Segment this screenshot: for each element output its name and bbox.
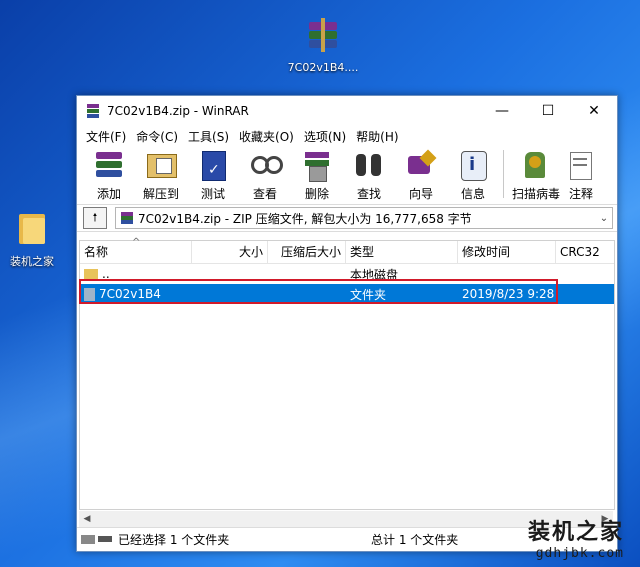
toolbar-scan-virus-button[interactable]: 扫描病毒 (508, 146, 564, 202)
toolbar-extract-label: 解压到 (142, 187, 179, 201)
menu-tools[interactable]: 工具(S) (183, 128, 234, 145)
window-title: 7C02v1B4.zip - WinRAR (107, 104, 249, 118)
col-modified[interactable]: 修改时间 (458, 241, 556, 263)
minimize-button[interactable]: — (479, 96, 525, 126)
col-crc32[interactable]: CRC32 (556, 241, 614, 263)
path-dropdown[interactable]: 7C02v1B4.zip - ZIP 压缩文件, 解包大小为 16,777,65… (115, 207, 613, 229)
toolbar-comment-button[interactable]: 注释 (564, 146, 598, 202)
chevron-down-icon[interactable]: ⌄ (596, 213, 612, 224)
toolbar-extract-button[interactable]: 解压到 (135, 146, 187, 202)
toolbar-separator (503, 150, 504, 198)
path-bar: 🠕 7C02v1B4.zip - ZIP 压缩文件, 解包大小为 16,777,… (77, 205, 617, 232)
toolbar-info-label: 信息 (460, 187, 485, 201)
desktop-zip-file[interactable]: 7C02v1B4.... (283, 18, 363, 74)
menu-favorites[interactable]: 收藏夹(O) (234, 128, 299, 145)
scroll-track[interactable] (95, 511, 597, 527)
watermark-cn: 装机之家 (527, 520, 624, 545)
view-icon (248, 148, 283, 182)
list-header: 名称 大小 压缩后大小 类型 修改时间 CRC32 ^ (80, 237, 614, 264)
menu-options[interactable]: 选项(N) (299, 128, 351, 145)
toolbar-add-button[interactable]: 添加 (83, 146, 135, 202)
delete-icon (300, 148, 334, 182)
toolbar-scan-virus-label: 扫描病毒 (511, 187, 560, 201)
watermark: 装机之家 gdhjbk.com (528, 514, 624, 561)
toolbar-comment-label: 注释 (568, 187, 593, 201)
close-button[interactable]: ✕ (571, 96, 617, 126)
col-type[interactable]: 类型 (346, 241, 458, 263)
toolbar-find-button[interactable]: 查找 (343, 146, 395, 202)
path-text: 7C02v1B4.zip - ZIP 压缩文件, 解包大小为 16,777,65… (138, 211, 472, 226)
toolbar-test-button[interactable]: ✓ 测试 (187, 146, 239, 202)
status-selected: 已经选择 1 个文件夹 (118, 532, 230, 547)
zip-path-icon (120, 211, 134, 225)
scroll-left-icon[interactable]: ◀ (79, 514, 95, 524)
watermark-url: gdhjbk.com (535, 546, 624, 561)
desktop-folder-label: 装机之家 (10, 255, 54, 268)
title-bar[interactable]: 7C02v1B4.zip - WinRAR — ☐ ✕ (77, 96, 617, 126)
desktop-folder[interactable]: 装机之家 (0, 210, 64, 269)
toolbar-info-button[interactable]: i 信息 (447, 146, 499, 202)
sort-caret-icon: ^ (132, 237, 141, 248)
menu-bar: 文件(F) 命令(C) 工具(S) 收藏夹(O) 选项(N) 帮助(H) (77, 126, 617, 146)
desktop-zip-label: 7C02v1B4.... (287, 61, 359, 74)
toolbar-find-label: 查找 (356, 187, 381, 201)
toolbar: 添加 解压到 ✓ 测试 查看 删除 查找 向导 i 信息 扫描病毒 注释 (77, 146, 617, 205)
toolbar-delete-button[interactable]: 删除 (291, 146, 343, 202)
menu-help[interactable]: 帮助(H) (351, 128, 403, 145)
menu-commands[interactable]: 命令(C) (131, 128, 183, 145)
col-packed[interactable]: 压缩后大小 (268, 241, 346, 263)
toolbar-add-label: 添加 (96, 187, 121, 201)
menu-file[interactable]: 文件(F) (81, 128, 131, 145)
key-icon (98, 536, 112, 542)
winrar-archive-icon (305, 18, 341, 54)
toolbar-delete-label: 删除 (304, 187, 329, 201)
wizard-icon (404, 148, 438, 182)
folder-icon (17, 210, 47, 246)
col-size[interactable]: 大小 (192, 241, 268, 263)
toolbar-view-button[interactable]: 查看 (239, 146, 291, 202)
toolbar-view-label: 查看 (252, 187, 277, 201)
info-icon: i (456, 148, 490, 182)
up-folder-button[interactable]: 🠕 (83, 207, 107, 229)
maximize-button[interactable]: ☐ (525, 96, 571, 126)
add-icon (92, 148, 126, 182)
extract-icon (144, 148, 178, 182)
highlight-box (79, 279, 558, 304)
scan-virus-icon (519, 148, 553, 182)
up-arrow-icon: 🠕 (92, 210, 98, 224)
toolbar-test-label: 测试 (200, 187, 225, 201)
test-icon: ✓ (196, 148, 230, 182)
toolbar-wizard-button[interactable]: 向导 (395, 146, 447, 202)
drive-icon (81, 534, 95, 544)
find-icon (352, 148, 386, 182)
folder-icon (84, 268, 98, 280)
comment-icon (564, 148, 598, 182)
toolbar-wizard-label: 向导 (408, 187, 433, 201)
winrar-app-icon (85, 103, 101, 119)
